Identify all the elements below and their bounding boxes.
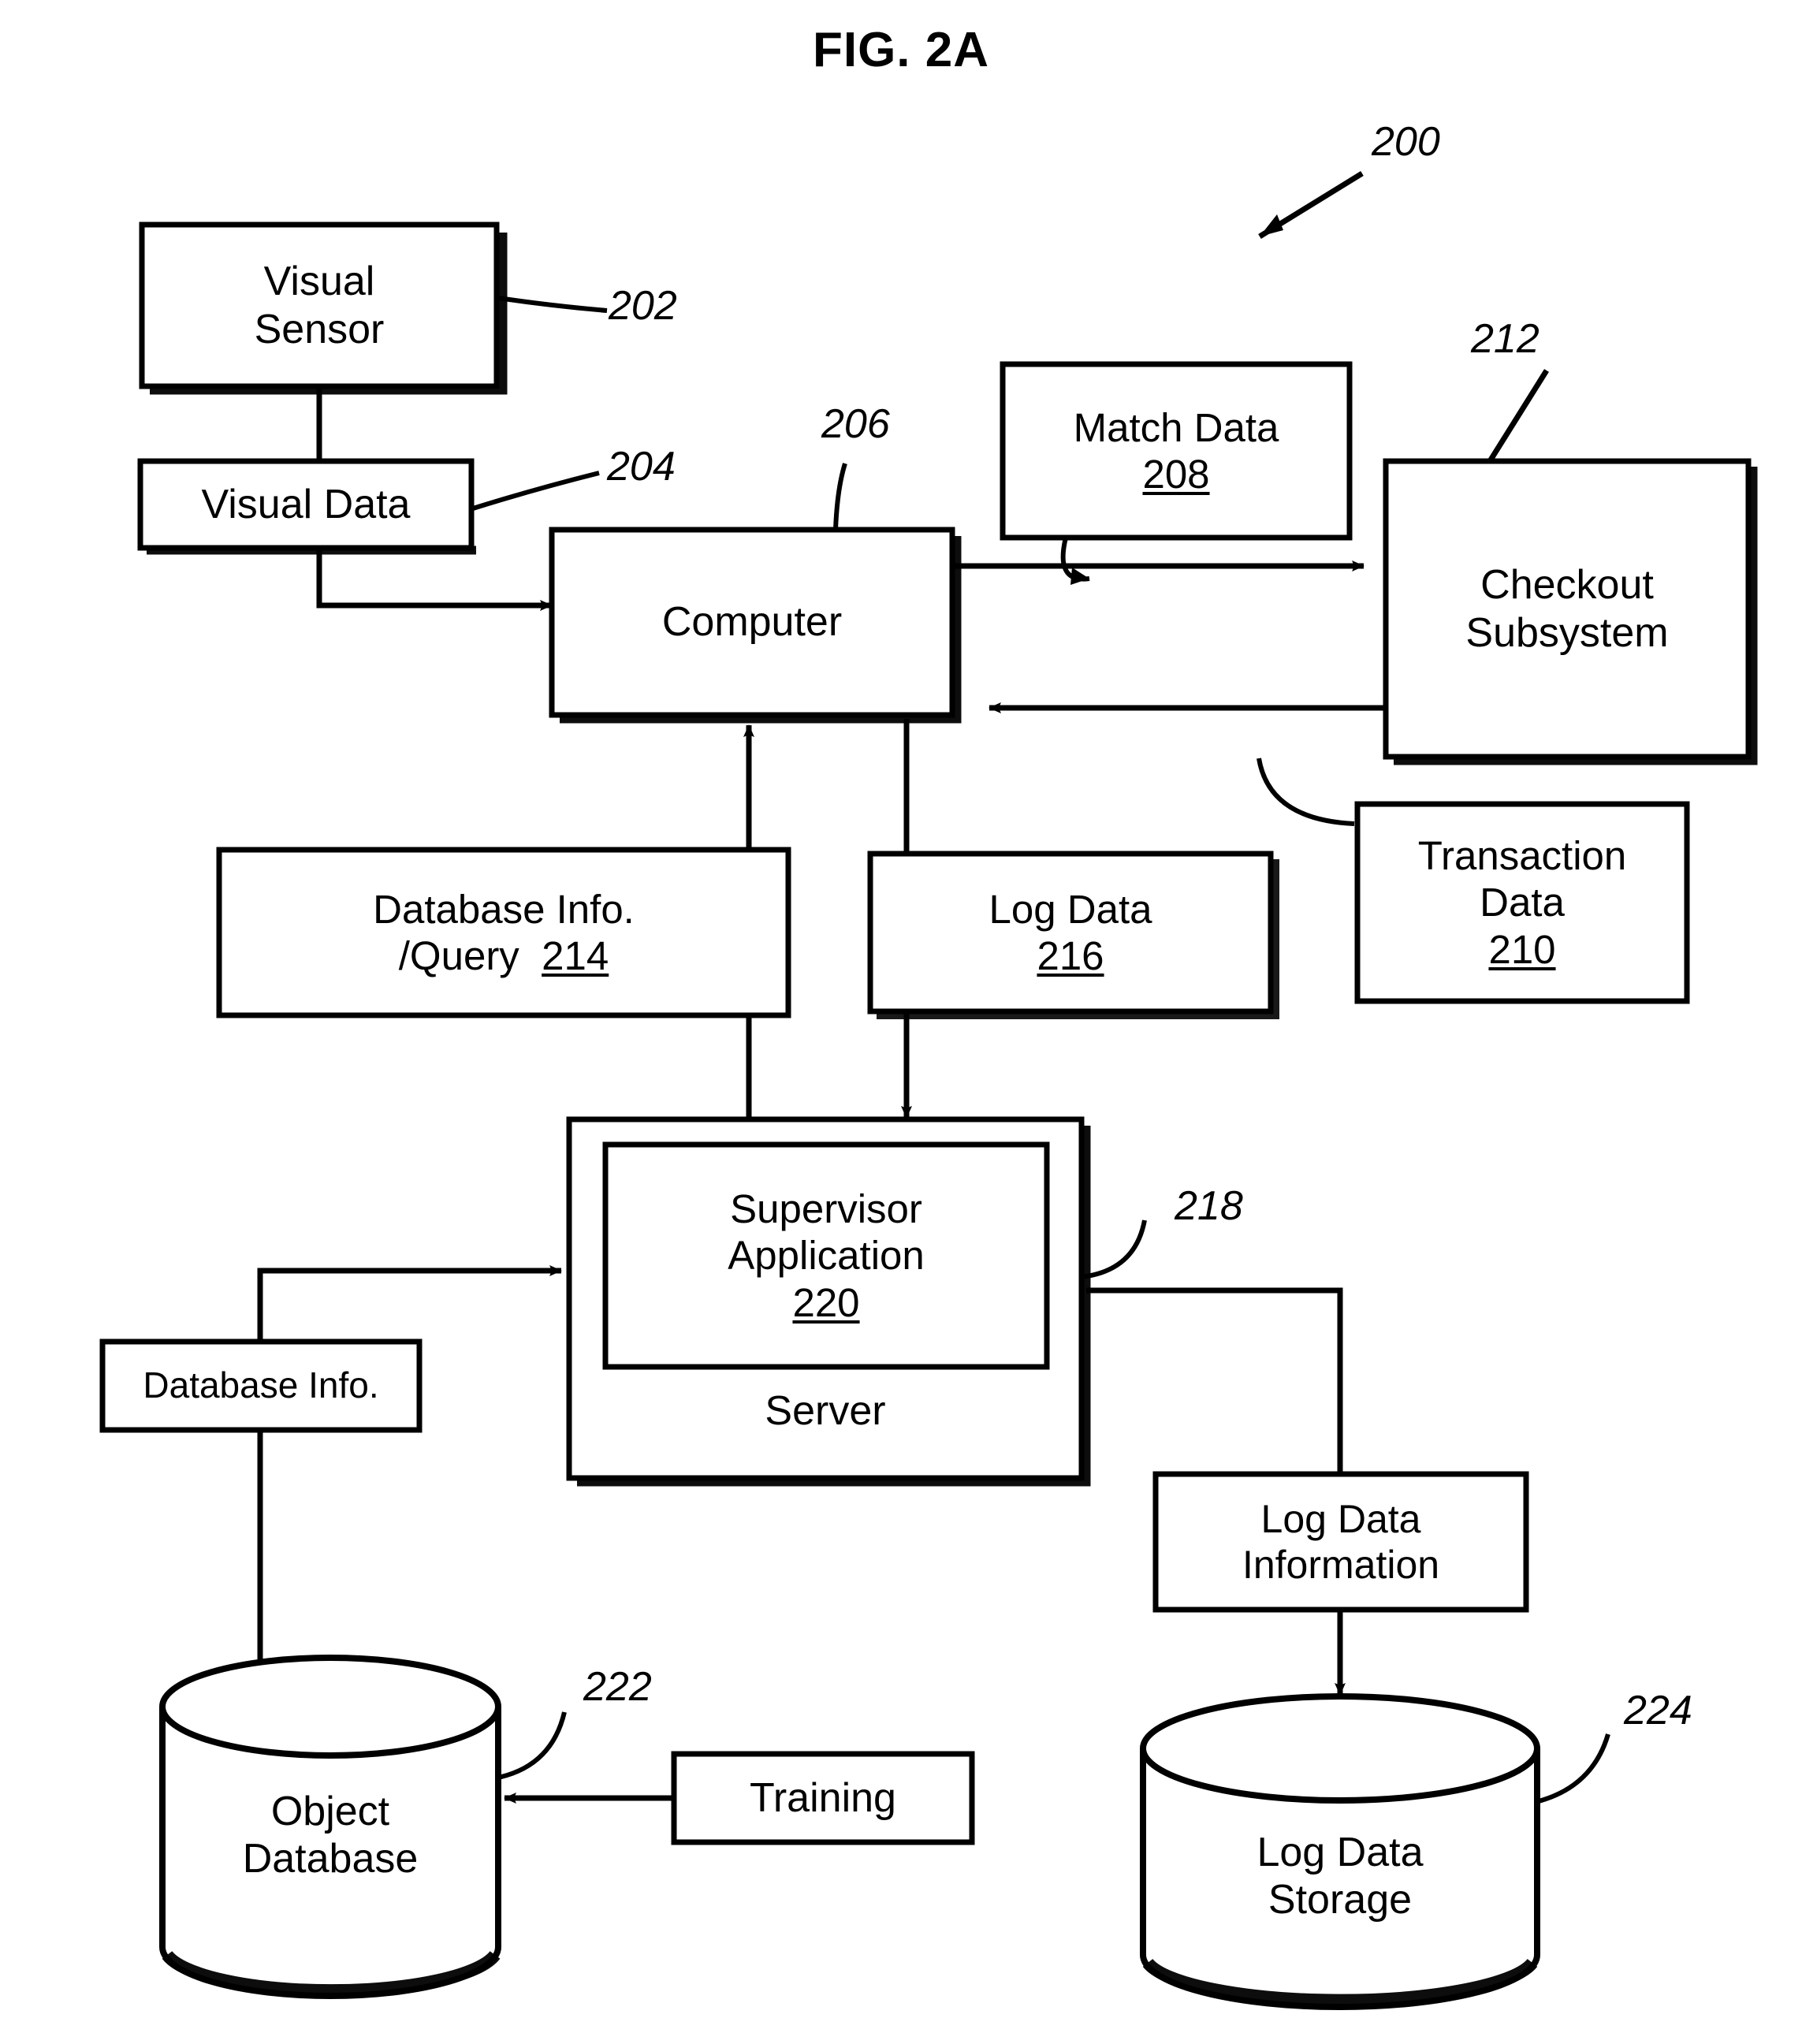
server-label: Server [765,1388,886,1434]
ref-222: 222 [583,1664,652,1710]
transaction-data-box-text: Transaction Data 210 [1357,804,1687,1001]
log-data-information-label: Log Data Information [1242,1497,1440,1587]
ref-206: 206 [821,401,890,447]
ref-204: 204 [607,444,676,490]
patent-figure: FIG. 2A 200 Visual Sensor 202 Visual Dat… [0,0,1802,2044]
object-database-label: Object Database [242,1789,419,1882]
log-data-label: Log Data [988,886,1152,932]
computer-label: Computer [661,599,843,646]
ref-224: 224 [1624,1688,1692,1733]
supervisor-application-ref: 220 [792,1279,860,1325]
supervisor-application-label: Supervisor Application [728,1186,925,1279]
checkout-subsystem-label: Checkout Subsystem [1465,562,1669,656]
ref-218: 218 [1175,1183,1243,1229]
database-info-query-line1: Database Info. [373,886,635,932]
database-info-query-ref: 214 [542,933,609,978]
database-info-box [99,1265,562,1663]
visual-data-label: Visual Data [201,481,411,527]
system-ref-arrow [1258,171,1364,239]
supervisor-application-box-text: Supervisor Application 220 [605,1145,1047,1367]
ref-212: 212 [1471,316,1540,362]
transaction-data-ref: 210 [1488,926,1556,972]
visualdata-to-computer-arrow [316,548,553,611]
server-to-logdatainfo-line [1086,1287,1343,1474]
database-info-query-line2: /Query 214 [398,933,609,978]
log-data-ref: 216 [1037,933,1104,978]
log-data-box-text: Log Data 216 [870,854,1271,1011]
training-label: Training [750,1774,896,1821]
database-info-label: Database Info. [143,1365,379,1406]
ref-202: 202 [609,283,677,329]
match-data-box-text: Match Data 208 [1003,364,1350,538]
match-data-label: Match Data [1073,404,1279,450]
transaction-data-label: Transaction Data [1417,833,1627,925]
database-info-query-box-text: Database Info. /Query 214 [219,850,788,1015]
visual-sensor-label: Visual Sensor [254,259,385,352]
log-data-storage-label: Log Data Storage [1257,1830,1424,1923]
ref-200: 200 [1372,119,1440,165]
match-data-ref: 208 [1142,452,1210,497]
